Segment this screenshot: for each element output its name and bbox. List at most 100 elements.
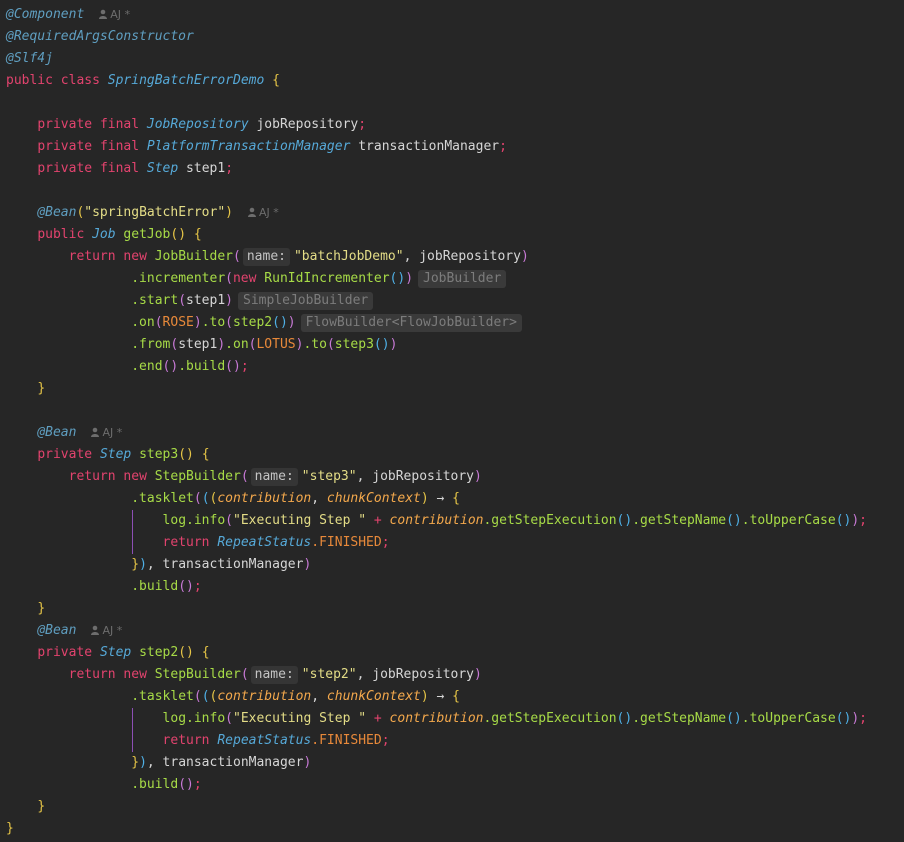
- method-call: .toUpperCase: [741, 711, 836, 726]
- code-line[interactable]: .on(ROSE).to(step2()) FlowBuilder<FlowJob…: [6, 312, 522, 334]
- code-line[interactable]: }: [6, 378, 45, 400]
- code-line[interactable]: private Step step2() {: [6, 642, 209, 664]
- code-line[interactable]: @RequiredArgsConstructor: [6, 26, 194, 48]
- method-name: step3: [139, 447, 179, 462]
- paren: ): [303, 755, 312, 770]
- paren: (: [225, 711, 233, 726]
- code-line[interactable]: }: [6, 796, 45, 818]
- paren: ): [851, 711, 860, 726]
- author-name: AJ: [102, 426, 114, 439]
- code-line[interactable]: return new StepBuilder(name: "step3", job…: [6, 466, 482, 488]
- code-line[interactable]: private final PlatformTransactionManager…: [6, 136, 507, 158]
- method-call: .to: [303, 337, 327, 352]
- identifier: jobRepository: [372, 469, 474, 484]
- code-line[interactable]: return RepeatStatus.FINISHED;: [6, 730, 390, 752]
- code-line[interactable]: }: [6, 818, 14, 840]
- type-hint: SimpleJobBuilder: [238, 292, 374, 310]
- paren: (): [178, 579, 194, 594]
- brace: {: [452, 491, 460, 506]
- code-line[interactable]: private final Step step1;: [6, 158, 233, 180]
- code-line[interactable]: .build();: [6, 774, 201, 796]
- code-line[interactable]: .end().build();: [6, 356, 249, 378]
- annotation: @Bean: [37, 205, 77, 220]
- lambda-param: chunkContext: [326, 491, 421, 506]
- code-line[interactable]: @Component AJ *: [6, 4, 130, 26]
- code-line[interactable]: return RepeatStatus.FINISHED;: [6, 532, 390, 554]
- method-call: .start: [131, 293, 179, 308]
- code-line[interactable]: return new StepBuilder(name: "step2", job…: [6, 664, 482, 686]
- method-call: step2: [233, 315, 273, 330]
- code-line[interactable]: @Bean("springBatchError") AJ *: [6, 202, 279, 224]
- code-line[interactable]: return new JobBuilder(name: "batchJobDemo…: [6, 246, 529, 268]
- method-call: .tasklet: [131, 491, 194, 506]
- code-line[interactable]: .tasklet(((contribution, chunkContext) →…: [6, 488, 460, 510]
- paren: (: [201, 689, 210, 704]
- paren: (): [178, 447, 194, 462]
- code-line[interactable]: .incrementer(new RunIdIncrementer()) JobB…: [6, 268, 507, 290]
- brace: }: [37, 799, 46, 814]
- person-icon: [91, 625, 100, 635]
- string-literal: "Executing Step ": [233, 513, 367, 528]
- paren: (: [326, 337, 335, 352]
- person-icon: [99, 9, 108, 19]
- code-line[interactable]: public Job getJob() {: [6, 224, 202, 246]
- paren: (: [193, 689, 202, 704]
- lambda-param: contribution: [217, 491, 312, 506]
- method-call: .build: [131, 579, 179, 594]
- paren: (): [170, 227, 187, 242]
- keyword: return: [68, 667, 116, 682]
- person-icon: [248, 207, 256, 217]
- paren: ): [217, 337, 226, 352]
- code-line[interactable]: @Bean AJ *: [6, 422, 122, 444]
- method-call: .build: [178, 359, 226, 374]
- code-line[interactable]: log.info("Executing Step " + contributio…: [6, 510, 867, 532]
- paren: ): [193, 315, 202, 330]
- paren: (): [616, 513, 633, 528]
- author-hint[interactable]: AJ *: [90, 624, 122, 637]
- author-star: *: [124, 8, 131, 21]
- field-name: jobRepository: [256, 117, 359, 132]
- author-star: *: [116, 426, 123, 439]
- code-line[interactable]: .tasklet(((contribution, chunkContext) →…: [6, 686, 460, 708]
- method-name: getJob: [123, 227, 171, 242]
- lambda-param: contribution: [389, 513, 484, 528]
- semicolon: ;: [381, 535, 390, 550]
- paren: (): [225, 359, 241, 374]
- arrow: →: [436, 689, 445, 704]
- code-line[interactable]: .start(step1) SimpleJobBuilder: [6, 290, 374, 312]
- semicolon: ;: [240, 359, 249, 374]
- code-line[interactable]: @Slf4j: [6, 48, 53, 70]
- field-name: step1: [186, 161, 226, 176]
- brace: {: [201, 447, 210, 462]
- constructor-call: StepBuilder: [154, 469, 241, 484]
- paren: (: [154, 315, 163, 330]
- author-hint[interactable]: AJ *: [98, 8, 130, 21]
- author-hint[interactable]: AJ *: [247, 206, 279, 219]
- paren: ): [389, 337, 398, 352]
- paren: ): [139, 557, 147, 572]
- author-star: *: [273, 206, 279, 219]
- string-literal: "step3": [301, 469, 357, 484]
- code-line[interactable]: }: [6, 598, 45, 620]
- code-line[interactable]: .from(step1).on(LOTUS).to(step3()): [6, 334, 397, 356]
- author-hint[interactable]: AJ *: [90, 426, 122, 439]
- code-line[interactable]: public class SpringBatchErrorDemo {: [6, 70, 280, 92]
- constructor-call: JobBuilder: [154, 249, 234, 264]
- code-line[interactable]: }), transactionManager): [6, 554, 311, 576]
- constant: LOTUS: [256, 337, 296, 352]
- identifier: log: [162, 711, 187, 726]
- identifier: jobRepository: [419, 249, 521, 264]
- brace: {: [193, 227, 202, 242]
- code-line[interactable]: private Step step3() {: [6, 444, 210, 466]
- code-line[interactable]: @Bean AJ *: [6, 620, 122, 642]
- code-editor[interactable]: @Component AJ * @RequiredArgsConstructor …: [0, 0, 904, 842]
- keyword: private: [37, 645, 93, 660]
- code-line[interactable]: }), transactionManager): [6, 752, 311, 774]
- keyword: private: [37, 447, 93, 462]
- type-name: Job: [92, 227, 116, 242]
- code-line[interactable]: private final JobRepository jobRepositor…: [6, 114, 366, 136]
- paren: (: [225, 315, 233, 330]
- code-line[interactable]: log.info("Executing Step " + contributio…: [6, 708, 867, 730]
- method-call: .info: [186, 711, 226, 726]
- code-line[interactable]: .build();: [6, 576, 201, 598]
